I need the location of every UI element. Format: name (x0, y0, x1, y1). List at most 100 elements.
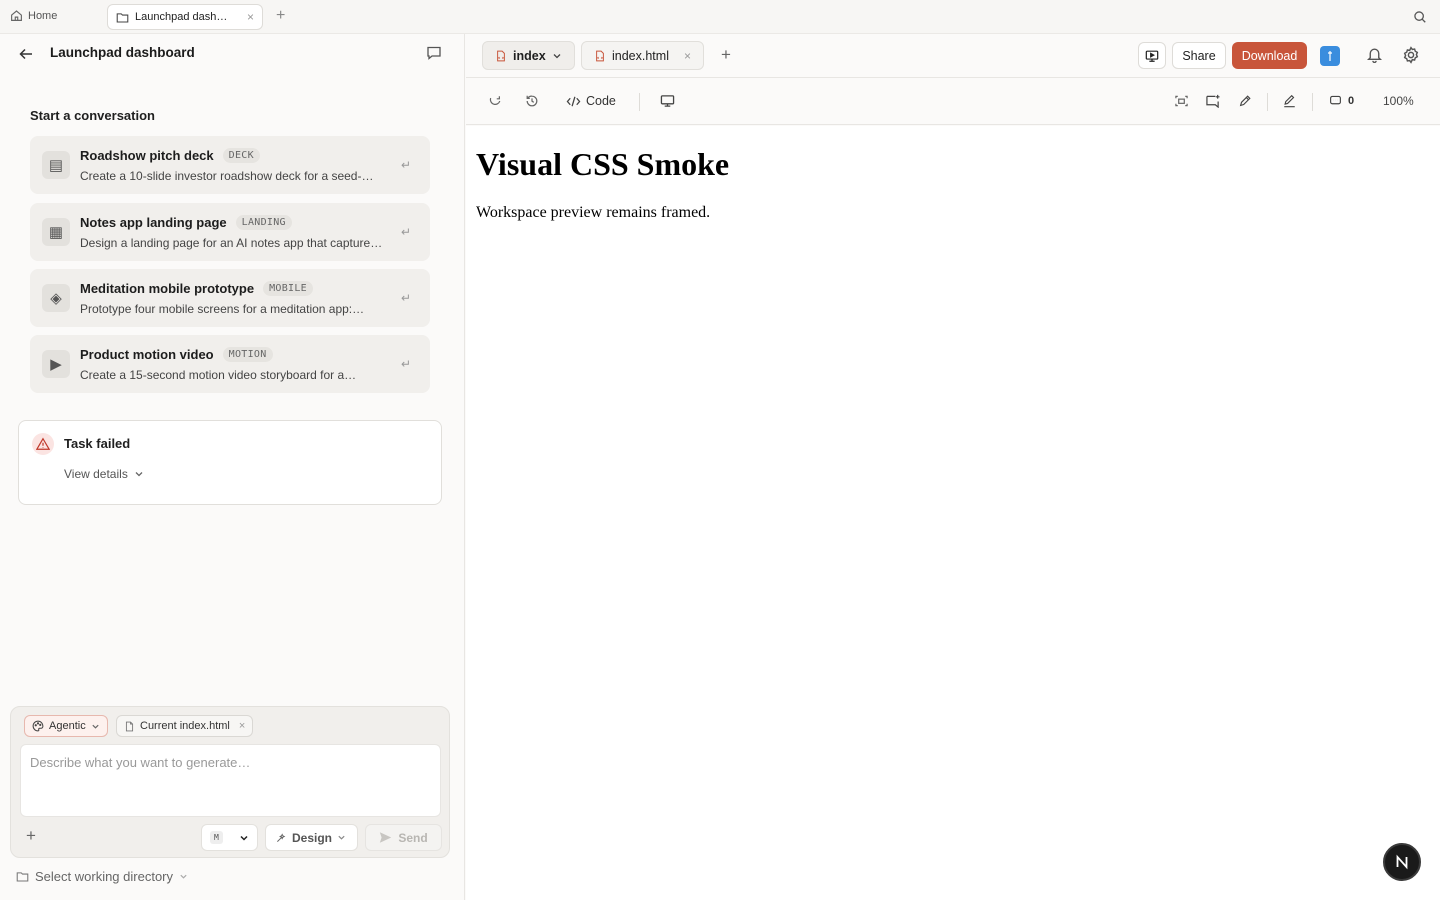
model-selector[interactable]: M (201, 824, 258, 851)
code-label: Code (586, 94, 616, 108)
preview-paragraph: Workspace preview remains framed. (476, 204, 711, 221)
comment-add-icon[interactable] (1205, 94, 1221, 108)
chevron-down-icon (91, 722, 100, 731)
task-status-title: Task failed (64, 436, 131, 451)
browser-tab-bar: Home Launchpad dash… × + (0, 0, 1440, 34)
return-icon: ↵ (401, 357, 412, 371)
preview-heading: Visual CSS Smoke (476, 146, 730, 182)
template-card-mobile-prototype[interactable]: ◈ Meditation mobile prototype MOBILE Pro… (30, 269, 430, 327)
comment-count-value: 0 (1348, 94, 1355, 107)
design-label: Design (292, 830, 333, 845)
add-attachment-button[interactable]: + (26, 827, 36, 844)
comment-count[interactable]: 0 (1329, 94, 1354, 107)
close-file-tab-icon[interactable]: × (684, 49, 691, 63)
document-tab[interactable]: Launchpad dash… × (107, 4, 263, 30)
template-card-pitch-deck[interactable]: ▤ Roadshow pitch deck DECK Create a 10-s… (30, 136, 430, 194)
share-button[interactable]: Share (1172, 42, 1226, 69)
template-card-motion-video[interactable]: ▶ Product motion video MOTION Create a 1… (30, 335, 430, 393)
html-file-icon (495, 50, 507, 62)
edit-icon[interactable] (1282, 94, 1297, 108)
chat-sidebar: Launchpad dashboard Start a conversation… (0, 34, 465, 900)
deck-icon: ▤ (42, 151, 70, 179)
template-title: Notes app landing page (80, 215, 227, 230)
motion-icon: ▶ (42, 350, 70, 378)
template-description: Prototype four mobile screens for a medi… (80, 302, 365, 316)
template-description: Create a 15-second motion video storyboa… (80, 368, 357, 382)
home-icon (10, 9, 23, 22)
palette-icon (32, 720, 44, 732)
send-icon (379, 831, 392, 844)
working-directory-selector[interactable]: Select working directory (16, 869, 188, 884)
download-button[interactable]: Download (1232, 42, 1307, 69)
avatar[interactable] (1320, 46, 1340, 66)
mobile-icon: ◈ (42, 284, 70, 312)
page-tab-index[interactable]: index (482, 41, 575, 70)
close-tab-icon[interactable]: × (247, 10, 254, 24)
file-tab-label: index.html (612, 48, 669, 63)
task-failed-card: Task failed View details (18, 420, 442, 505)
toolbar-divider (1312, 93, 1313, 111)
page-title: Launchpad dashboard (50, 45, 195, 60)
prompt-input[interactable]: Describe what you want to generate… (20, 744, 441, 817)
search-icon[interactable] (1413, 10, 1427, 24)
chat-bubble-icon[interactable] (426, 45, 442, 61)
present-button[interactable] (1138, 42, 1166, 69)
home-tab[interactable]: Home (10, 9, 57, 22)
warning-icon (32, 433, 54, 455)
prompt-composer: Agentic Current index.html × Describe wh… (10, 706, 450, 858)
zoom-level[interactable]: 100% (1383, 94, 1414, 108)
send-button[interactable]: Send (365, 824, 442, 851)
model-badge: M (210, 831, 223, 844)
return-icon: ↵ (401, 158, 412, 172)
toolbar-divider (639, 93, 640, 111)
working-directory-label: Select working directory (35, 869, 173, 884)
template-card-landing-page[interactable]: ▦ Notes app landing page LANDING Design … (30, 203, 430, 261)
sparkle-icon (276, 832, 287, 843)
screenshot-icon[interactable] (1174, 94, 1189, 108)
agentic-mode-selector[interactable]: Agentic (24, 715, 108, 737)
refresh-icon[interactable] (488, 94, 502, 108)
chevron-down-icon (239, 833, 249, 843)
folder-icon (116, 11, 129, 24)
add-file-tab-button[interactable]: + (721, 46, 731, 63)
folder-icon (16, 870, 29, 883)
draw-icon[interactable] (1238, 94, 1252, 108)
workspace-header: index index.html × + Share Download (466, 34, 1440, 78)
chevron-down-icon (179, 872, 188, 881)
new-tab-button[interactable]: + (276, 8, 285, 24)
file-icon (124, 721, 135, 732)
history-icon[interactable] (525, 94, 539, 108)
view-details-label: View details (64, 467, 128, 481)
return-icon: ↵ (401, 291, 412, 305)
desktop-preview-icon[interactable] (660, 94, 675, 108)
code-icon (566, 95, 581, 108)
preview-frame: Visual CSS Smoke Workspace preview remai… (466, 126, 1440, 900)
chevron-down-icon (552, 51, 562, 61)
chevron-down-icon (337, 833, 346, 842)
template-badge: LANDING (235, 215, 292, 230)
context-file-chip[interactable]: Current index.html × (116, 715, 254, 737)
remove-context-icon[interactable]: × (239, 720, 245, 732)
gear-icon[interactable] (1402, 46, 1420, 64)
view-details-toggle[interactable]: View details (64, 467, 144, 481)
design-mode-selector[interactable]: Design (265, 824, 358, 851)
n-logo-button[interactable] (1383, 843, 1421, 881)
chevron-down-icon (134, 469, 144, 479)
bell-icon[interactable] (1366, 46, 1383, 63)
template-title: Meditation mobile prototype (80, 281, 255, 296)
template-title: Roadshow pitch deck (80, 148, 214, 163)
home-tab-label: Home (28, 9, 58, 22)
template-badge: MOBILE (263, 281, 313, 296)
template-description: Create a 10-slide investor roadshow deck… (80, 169, 374, 183)
toolbar-divider (1267, 93, 1268, 111)
send-label: Send (398, 830, 428, 845)
code-view-button[interactable]: Code (566, 94, 616, 108)
comment-icon (1329, 94, 1342, 107)
file-tab-index-html[interactable]: index.html × (581, 41, 704, 70)
template-description: Design a landing page for an AI notes ap… (80, 236, 383, 250)
workspace-panel: index index.html × + Share Download Code… (466, 34, 1440, 900)
template-badge: MOTION (222, 347, 273, 362)
back-arrow-icon[interactable] (18, 46, 34, 62)
document-tab-label: Launchpad dash… (135, 11, 228, 23)
template-badge: DECK (222, 148, 260, 163)
